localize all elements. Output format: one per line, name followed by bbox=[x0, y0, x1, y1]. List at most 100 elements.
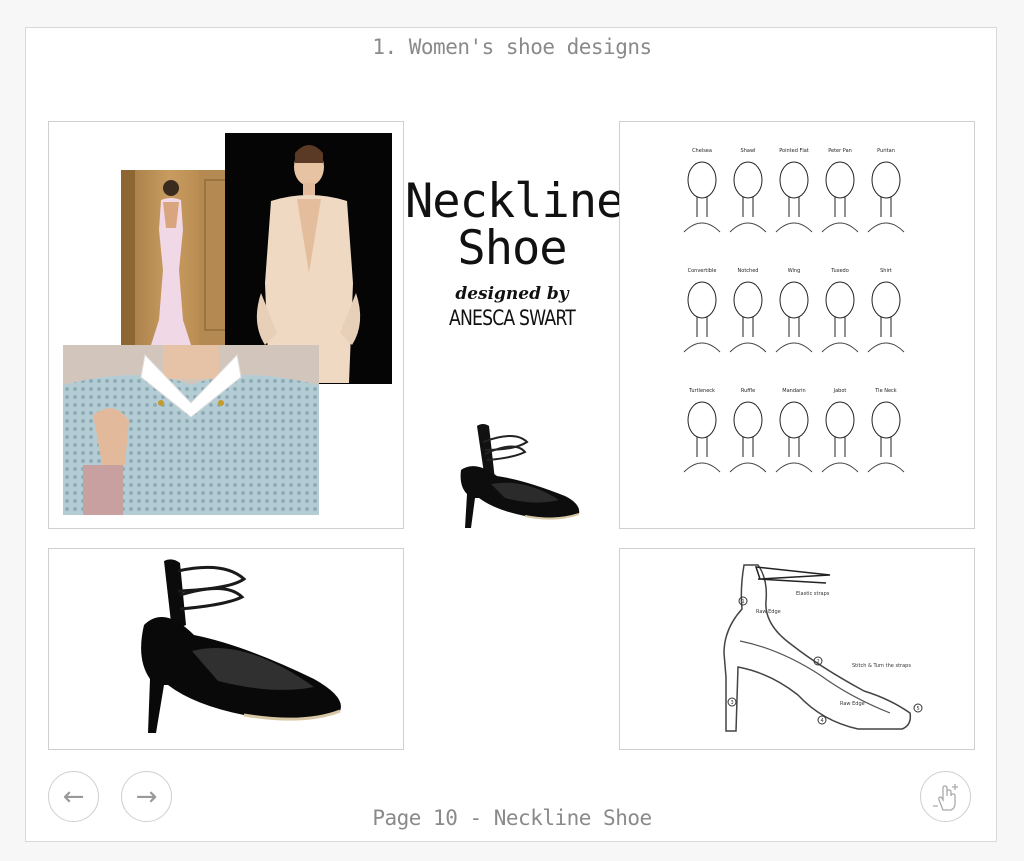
neckline-label: Turtleneck bbox=[688, 388, 715, 394]
head-sketch bbox=[687, 401, 717, 439]
tech-marker-5: 5 bbox=[917, 706, 920, 712]
neckline-item: Ruffle bbox=[729, 388, 767, 473]
shoe-photo-panel[interactable] bbox=[48, 548, 404, 750]
title-block: Neckline Shoe designed by ANESCA SWART bbox=[405, 174, 624, 330]
collar-sketch bbox=[775, 342, 813, 353]
tech-marker-4: 4 bbox=[821, 718, 824, 724]
neckline-label: Convertible bbox=[688, 268, 717, 274]
tech-label-raw-edge-2: Raw Edge bbox=[840, 701, 865, 707]
neckline-label: Shirt bbox=[880, 268, 892, 274]
neck-sketch bbox=[880, 437, 892, 457]
collar-sketch bbox=[775, 462, 813, 473]
tech-label-raw-edge-1: Raw Edge bbox=[756, 609, 781, 615]
neck-sketch bbox=[742, 437, 754, 457]
technical-drawing: Elastic straps Raw Edge Stitch & Turn th… bbox=[723, 564, 923, 732]
head-sketch bbox=[825, 161, 855, 199]
collar-sketch bbox=[729, 342, 767, 353]
neck-sketch bbox=[742, 317, 754, 337]
neckline-item: Peter Pan bbox=[821, 148, 859, 233]
neckline-item: Convertible bbox=[683, 268, 721, 353]
neck-sketch bbox=[834, 317, 846, 337]
collar-sketch bbox=[821, 462, 859, 473]
neck-sketch bbox=[696, 437, 708, 457]
collar-sketch bbox=[729, 222, 767, 233]
neckline-label: Ruffle bbox=[741, 388, 755, 394]
collar-sketch bbox=[867, 222, 905, 233]
collar-sketch bbox=[867, 342, 905, 353]
tech-label-stitch: Stitch & Turn the straps bbox=[852, 663, 911, 669]
neckline-label: Chelsea bbox=[692, 148, 712, 154]
neckline-label: Peter Pan bbox=[828, 148, 852, 154]
neck-sketch bbox=[788, 197, 800, 217]
head-sketch bbox=[779, 161, 809, 199]
neckline-label: Wing bbox=[788, 268, 801, 274]
neckline-item: Turtleneck bbox=[683, 388, 721, 473]
neckline-label: Tuxedo bbox=[830, 268, 849, 274]
neckline-label: Mandarin bbox=[782, 388, 805, 394]
neckline-label: Pointed Flat bbox=[779, 148, 809, 154]
neckline-item: Jabot bbox=[821, 388, 859, 473]
collar-sketch bbox=[821, 222, 859, 233]
tech-label-elastic: Elastic straps bbox=[796, 591, 830, 597]
neckline-label: Jabot bbox=[833, 388, 847, 394]
head-sketch bbox=[733, 401, 763, 439]
title-line-2: Shoe bbox=[457, 221, 567, 276]
neckline-item: Tie Neck bbox=[867, 388, 905, 473]
designer-name: ANESCA SWART bbox=[449, 306, 576, 330]
neckline-item: Puritan bbox=[867, 148, 905, 233]
neckline-item: Wing bbox=[775, 268, 813, 353]
head-sketch bbox=[779, 281, 809, 319]
technical-drawing-panel[interactable]: Elastic straps Raw Edge Stitch & Turn th… bbox=[619, 548, 975, 750]
neckline-item: Notched bbox=[729, 268, 767, 353]
backless-gown-photo bbox=[121, 170, 242, 345]
neckline-label: Notched bbox=[738, 268, 759, 274]
title-line-1: Neckline bbox=[405, 174, 624, 229]
head-sketch bbox=[871, 161, 901, 199]
tech-marker-2: 2 bbox=[817, 659, 820, 665]
head-sketch bbox=[687, 161, 717, 199]
designed-by-text: designed by bbox=[455, 284, 569, 304]
head-sketch bbox=[779, 401, 809, 439]
neck-sketch bbox=[696, 197, 708, 217]
neck-sketch bbox=[834, 197, 846, 217]
head-sketch bbox=[733, 281, 763, 319]
neckline-item: Tuxedo bbox=[821, 268, 859, 353]
neckline-label: Tie Neck bbox=[874, 388, 897, 394]
collage-panel[interactable] bbox=[48, 121, 404, 529]
head-sketch bbox=[733, 161, 763, 199]
neck-sketch bbox=[696, 317, 708, 337]
neck-sketch bbox=[788, 317, 800, 337]
neckline-label: Shawl bbox=[741, 148, 756, 154]
neck-sketch bbox=[880, 317, 892, 337]
collar-sketch bbox=[683, 342, 721, 353]
neck-sketch bbox=[742, 197, 754, 217]
collar-sketch bbox=[729, 462, 767, 473]
neck-sketch bbox=[788, 437, 800, 457]
collar-sketch bbox=[775, 222, 813, 233]
tech-marker-1: 1 bbox=[742, 599, 745, 605]
section-title: 1. Women's shoe designs bbox=[372, 35, 652, 59]
collar-sketch bbox=[867, 462, 905, 473]
neckline-item: Mandarin bbox=[775, 388, 813, 473]
head-sketch bbox=[825, 281, 855, 319]
head-sketch bbox=[871, 401, 901, 439]
neck-sketch bbox=[834, 437, 846, 457]
neckline-label: Puritan bbox=[877, 148, 895, 154]
collar-sweater-photo bbox=[63, 345, 319, 515]
head-sketch bbox=[871, 281, 901, 319]
neckline-item: Shawl bbox=[729, 148, 767, 233]
neckline-chart: Chelsea Shawl Pointed Flat Peter Pan Puritan… bbox=[683, 148, 905, 473]
collar-sketch bbox=[683, 222, 721, 233]
small-shoe-image bbox=[460, 424, 580, 528]
page-label: Page 10 - Neckline Shoe bbox=[372, 806, 652, 830]
neckline-item: Shirt bbox=[867, 268, 905, 353]
collar-sketch bbox=[683, 462, 721, 473]
neckline-item: Pointed Flat bbox=[775, 148, 813, 233]
neckline-chart-panel[interactable]: Chelsea Shawl Pointed Flat Peter Pan Puritan… bbox=[619, 121, 975, 529]
neck-sketch bbox=[880, 197, 892, 217]
head-sketch bbox=[687, 281, 717, 319]
neckline-item: Chelsea bbox=[683, 148, 721, 233]
collar-sketch bbox=[821, 342, 859, 353]
head-sketch bbox=[825, 401, 855, 439]
shoe-photo bbox=[141, 559, 341, 733]
